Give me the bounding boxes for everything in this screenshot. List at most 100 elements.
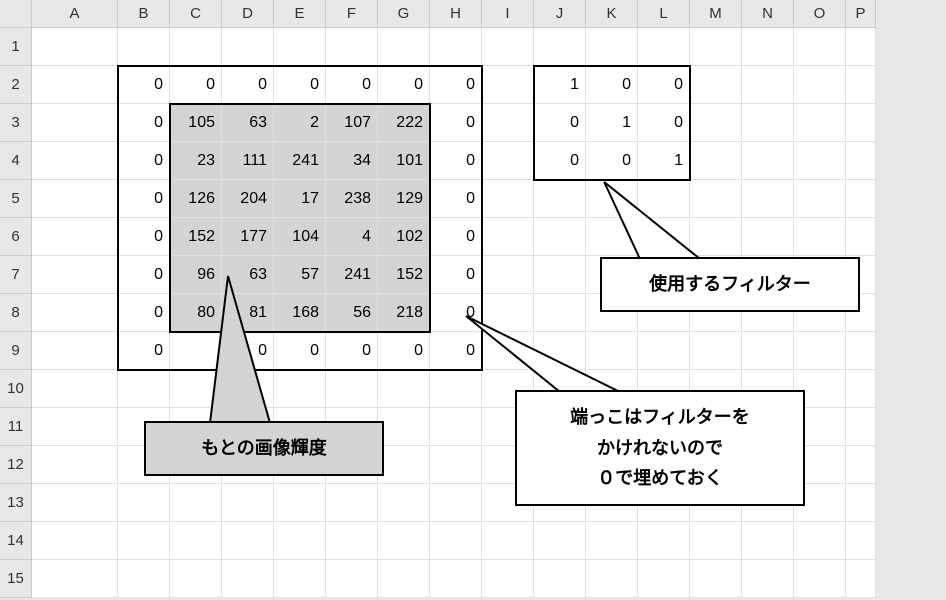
cell-F1[interactable] [326, 28, 378, 66]
cell-B5[interactable]: 0 [118, 180, 170, 218]
cell-A2[interactable] [32, 66, 118, 104]
cell-E1[interactable] [274, 28, 326, 66]
cell-N4[interactable] [742, 142, 794, 180]
cell-K2[interactable]: 0 [586, 66, 638, 104]
cell-L3[interactable]: 0 [638, 104, 690, 142]
cell-G4[interactable]: 101 [378, 142, 430, 180]
row-header-5[interactable]: 5 [0, 180, 32, 218]
cell-O1[interactable] [794, 28, 846, 66]
cell-F8[interactable]: 56 [326, 294, 378, 332]
cell-I1[interactable] [482, 28, 534, 66]
cell-I6[interactable] [482, 218, 534, 256]
row-header-6[interactable]: 6 [0, 218, 32, 256]
cell-E3[interactable]: 2 [274, 104, 326, 142]
column-header-B[interactable]: B [118, 0, 170, 28]
cell-D13[interactable] [222, 484, 274, 522]
cell-D5[interactable]: 204 [222, 180, 274, 218]
cell-E14[interactable] [274, 522, 326, 560]
cell-I7[interactable] [482, 256, 534, 294]
column-header-A[interactable]: A [32, 0, 118, 28]
cell-C13[interactable] [170, 484, 222, 522]
cell-A1[interactable] [32, 28, 118, 66]
cell-H12[interactable] [430, 446, 482, 484]
row-header-4[interactable]: 4 [0, 142, 32, 180]
cell-L2[interactable]: 0 [638, 66, 690, 104]
cell-H13[interactable] [430, 484, 482, 522]
cell-E6[interactable]: 104 [274, 218, 326, 256]
cell-P12[interactable] [846, 446, 876, 484]
cell-P15[interactable] [846, 560, 876, 598]
cell-J8[interactable] [534, 294, 586, 332]
cell-A7[interactable] [32, 256, 118, 294]
row-header-11[interactable]: 11 [0, 408, 32, 446]
cell-G2[interactable]: 0 [378, 66, 430, 104]
cell-E13[interactable] [274, 484, 326, 522]
cell-C14[interactable] [170, 522, 222, 560]
column-header-C[interactable]: C [170, 0, 222, 28]
cell-B13[interactable] [118, 484, 170, 522]
cell-G13[interactable] [378, 484, 430, 522]
cell-P11[interactable] [846, 408, 876, 446]
cell-H6[interactable]: 0 [430, 218, 482, 256]
cell-K4[interactable]: 0 [586, 142, 638, 180]
cell-G1[interactable] [378, 28, 430, 66]
cell-J4[interactable]: 0 [534, 142, 586, 180]
cell-P2[interactable] [846, 66, 876, 104]
cell-O5[interactable] [794, 180, 846, 218]
cell-C3[interactable]: 105 [170, 104, 222, 142]
cell-H5[interactable]: 0 [430, 180, 482, 218]
cell-H10[interactable] [430, 370, 482, 408]
cell-M15[interactable] [690, 560, 742, 598]
cell-C15[interactable] [170, 560, 222, 598]
cell-I5[interactable] [482, 180, 534, 218]
cell-H15[interactable] [430, 560, 482, 598]
cell-J6[interactable] [534, 218, 586, 256]
cell-H3[interactable]: 0 [430, 104, 482, 142]
cell-M1[interactable] [690, 28, 742, 66]
column-header-F[interactable]: F [326, 0, 378, 28]
cell-P4[interactable] [846, 142, 876, 180]
cell-K5[interactable] [586, 180, 638, 218]
column-header-O[interactable]: O [794, 0, 846, 28]
cell-K1[interactable] [586, 28, 638, 66]
cell-F3[interactable]: 107 [326, 104, 378, 142]
cell-F10[interactable] [326, 370, 378, 408]
column-header-H[interactable]: H [430, 0, 482, 28]
cell-O4[interactable] [794, 142, 846, 180]
cell-B7[interactable]: 0 [118, 256, 170, 294]
column-header-K[interactable]: K [586, 0, 638, 28]
cell-H7[interactable]: 0 [430, 256, 482, 294]
cell-N9[interactable] [742, 332, 794, 370]
cell-B14[interactable] [118, 522, 170, 560]
column-header-N[interactable]: N [742, 0, 794, 28]
cell-M3[interactable] [690, 104, 742, 142]
cell-G8[interactable]: 218 [378, 294, 430, 332]
cell-I2[interactable] [482, 66, 534, 104]
cell-M5[interactable] [690, 180, 742, 218]
cell-J1[interactable] [534, 28, 586, 66]
cell-C4[interactable]: 23 [170, 142, 222, 180]
cell-K3[interactable]: 1 [586, 104, 638, 142]
cell-O3[interactable] [794, 104, 846, 142]
cell-E10[interactable] [274, 370, 326, 408]
cell-I9[interactable] [482, 332, 534, 370]
cell-I4[interactable] [482, 142, 534, 180]
cell-B4[interactable]: 0 [118, 142, 170, 180]
cell-O15[interactable] [794, 560, 846, 598]
cell-H2[interactable]: 0 [430, 66, 482, 104]
cell-D10[interactable] [222, 370, 274, 408]
cell-N14[interactable] [742, 522, 794, 560]
column-header-L[interactable]: L [638, 0, 690, 28]
cell-G12[interactable] [378, 446, 430, 484]
cell-I8[interactable] [482, 294, 534, 332]
cell-C7[interactable]: 96 [170, 256, 222, 294]
row-header-7[interactable]: 7 [0, 256, 32, 294]
cell-C8[interactable]: 80 [170, 294, 222, 332]
cell-D7[interactable]: 63 [222, 256, 274, 294]
cell-D1[interactable] [222, 28, 274, 66]
row-header-1[interactable]: 1 [0, 28, 32, 66]
cell-J14[interactable] [534, 522, 586, 560]
cell-L4[interactable]: 1 [638, 142, 690, 180]
cell-O9[interactable] [794, 332, 846, 370]
cell-N15[interactable] [742, 560, 794, 598]
